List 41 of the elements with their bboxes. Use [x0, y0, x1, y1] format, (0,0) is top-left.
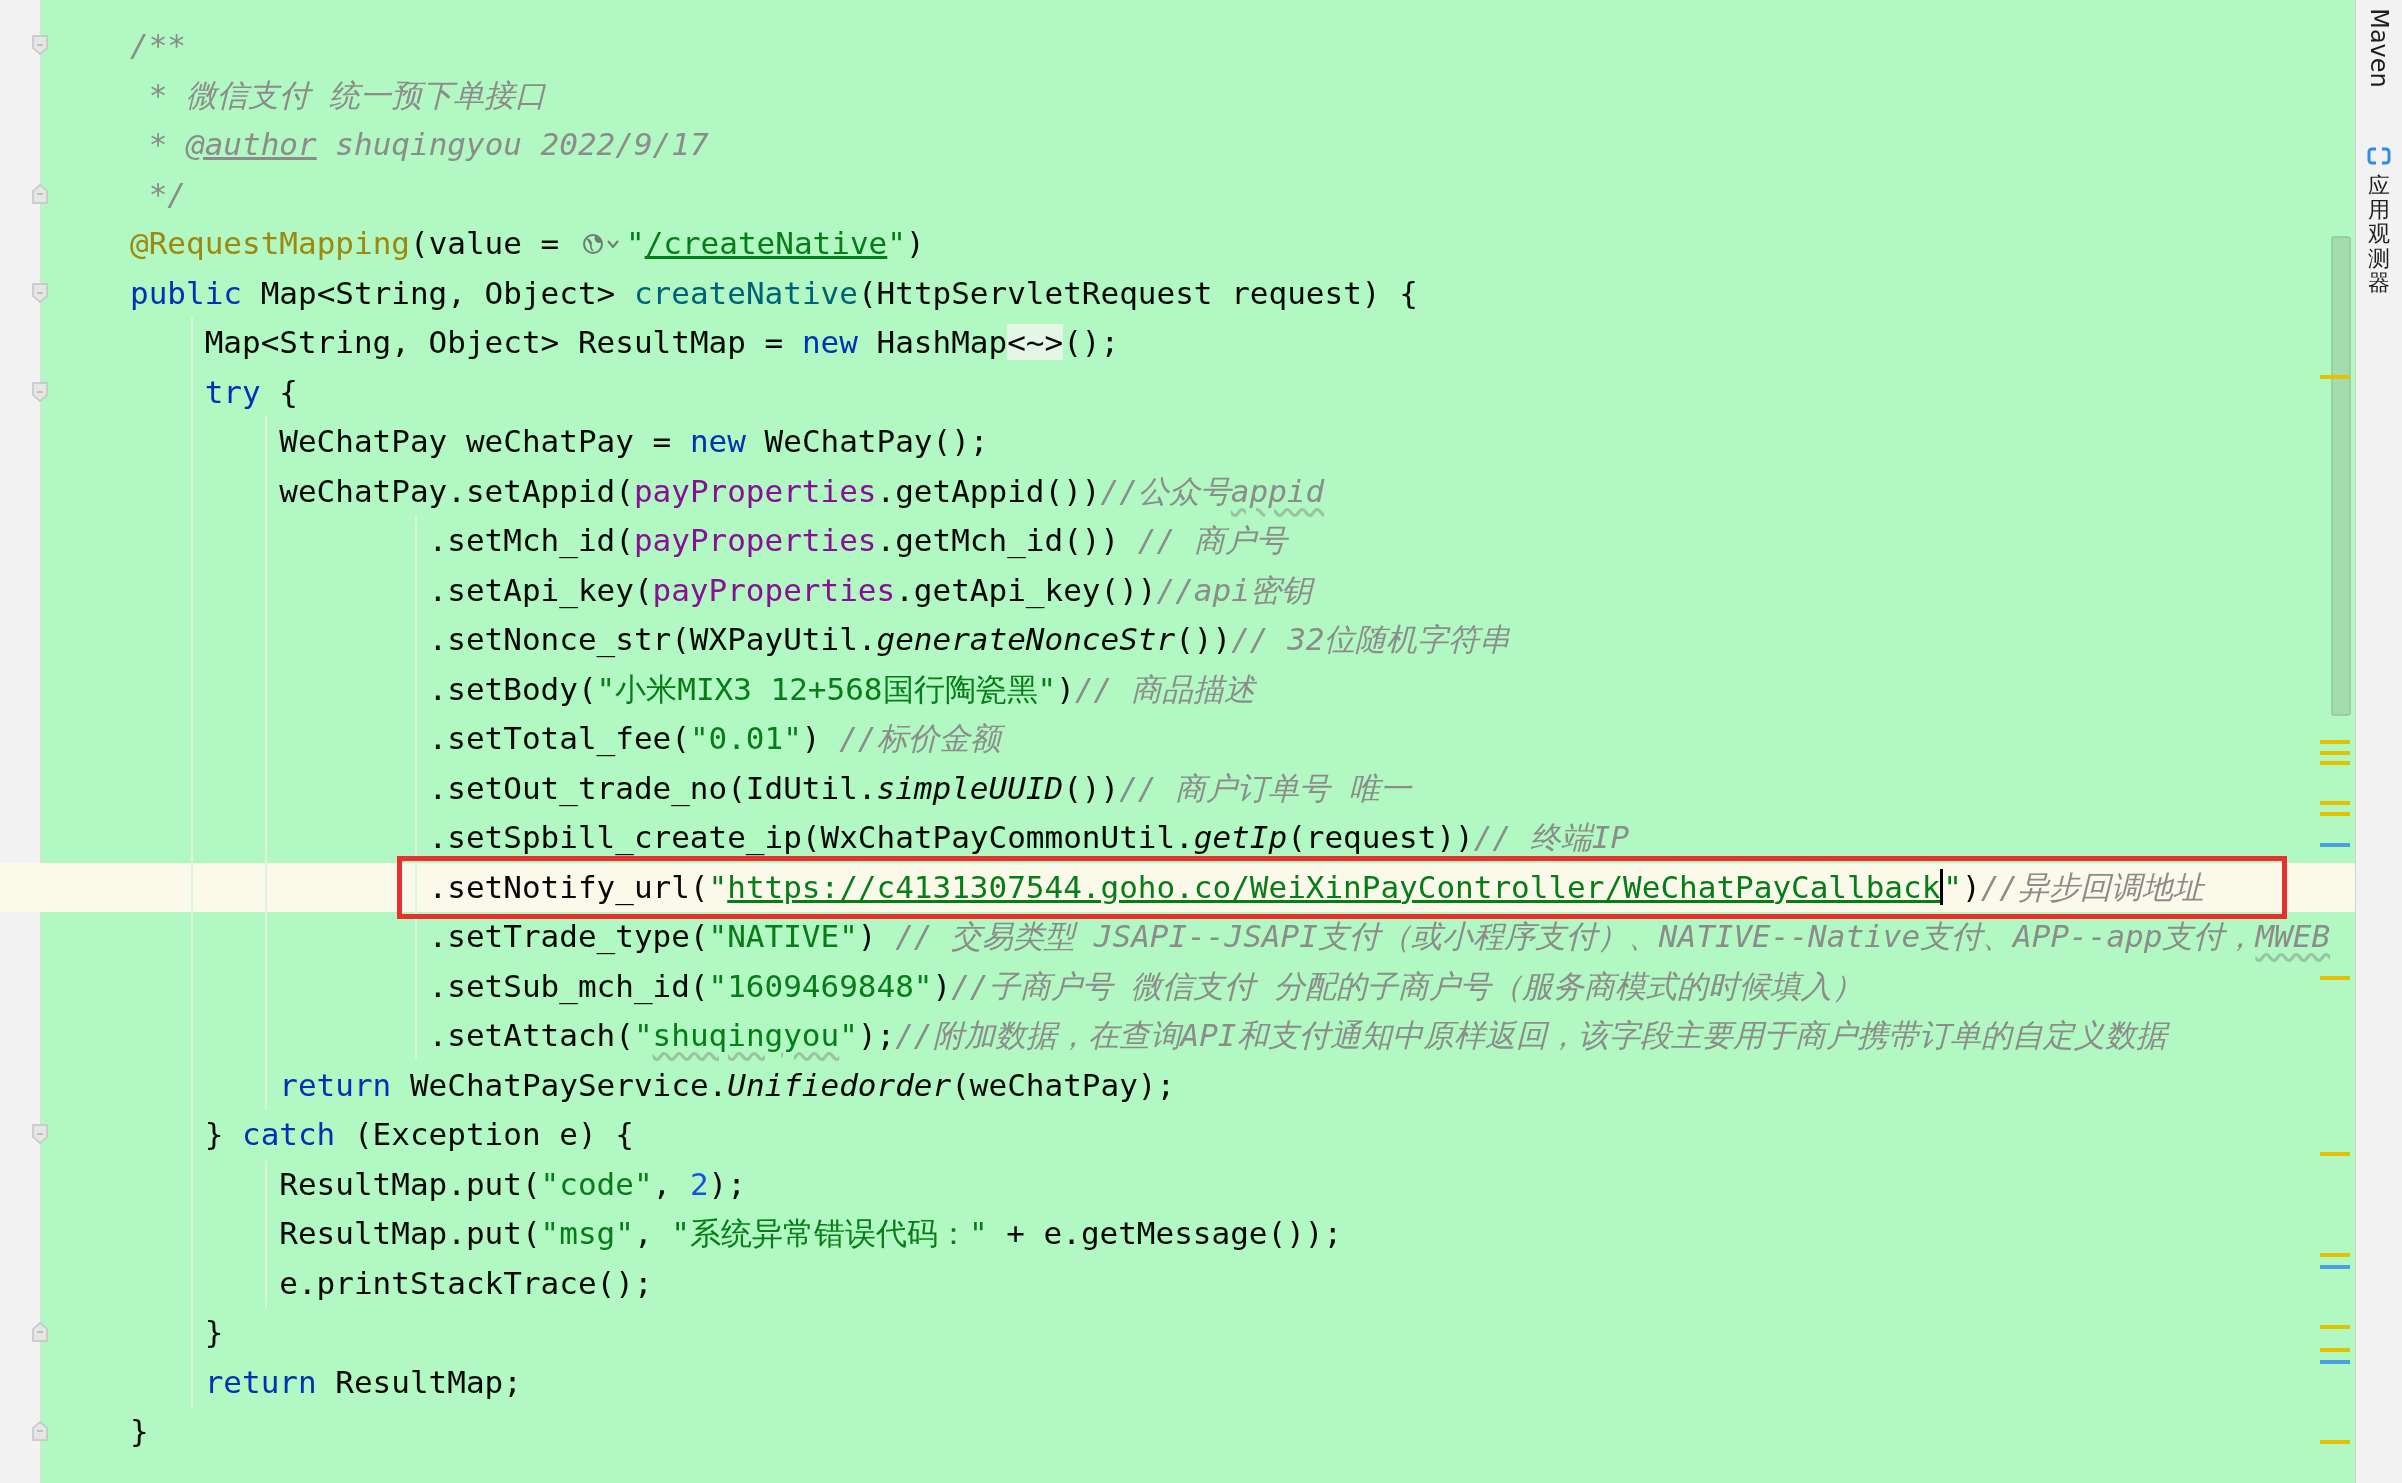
code-line: .setTrade_type("NATIVE") // 交易类型 JSAPI--JSAPI支付（或小程序支付）、NATIVE--Native支付、APP--app支付，MWEB — [428, 917, 2331, 957]
code-line: /** — [130, 26, 186, 65]
fold-icon[interactable] — [31, 1123, 49, 1145]
globe-icon[interactable] — [581, 231, 622, 256]
code-line: ResultMap.put("code", 2); — [279, 1164, 746, 1204]
code-text: @RequestMapping(value = — [130, 224, 561, 263]
code-line: * 微信支付 统一预下单接口 — [147, 75, 546, 115]
code-line: WeChatPay weChatPay = new WeChatPay(); — [279, 422, 989, 461]
code-line: try { — [204, 372, 298, 412]
scroll-thumb[interactable] — [2331, 236, 2351, 716]
side-tab[interactable]: Maven — [2365, 8, 2393, 88]
fold-icon[interactable] — [31, 182, 49, 205]
code-line: } — [130, 1412, 149, 1451]
fold-icon[interactable] — [31, 34, 49, 56]
code-line: .setSub_mch_id("1609469848")//子商户号 微信支付 分配的子商户号（服务商模式的时候填入） — [428, 966, 1863, 1007]
side-tab[interactable]: 应用观测器 — [2368, 174, 2390, 295]
code-text: .setNotify_url("https://c4131307544.goho.co/WeiXinPayController/WeChatPayCallback — [428, 867, 1941, 908]
code-line: .setMch_id(payProperties.getMch_id()) // 商户号 — [428, 521, 1287, 561]
code-line: .setNonce_str(WXPayUtil.generateNonceStr())// 32位随机字符串 — [428, 620, 1511, 660]
code-line: .setOut_trade_no(IdUtil.simpleUUID())// 商户订单号 唯一 — [428, 768, 1411, 809]
fold-icon[interactable] — [31, 380, 49, 403]
code-line: return ResultMap; — [204, 1362, 522, 1402]
code-text: ")//异步回调地址 — [1943, 867, 2205, 907]
fold-icon[interactable] — [31, 1321, 49, 1343]
code-line: } catch (Exception e) { — [204, 1115, 634, 1154]
code-line: ResultMap.put("msg", "系统异常错误代码：" + e.getMessage()); — [279, 1214, 1343, 1253]
code-line: e.printStackTrace(); — [279, 1263, 653, 1303]
code-line: return WeChatPayService.Unifiedorder(weChatPay); — [279, 1065, 1176, 1105]
code-text: "/createNative") — [625, 224, 925, 263]
code-line: Map<String, Object> ResultMap = new HashMap<~>(); — [204, 323, 1120, 362]
fold-icon[interactable] — [31, 1420, 49, 1442]
bracket-icon[interactable] — [2367, 146, 2391, 166]
fold-icon[interactable] — [31, 281, 49, 304]
code-line: .setBody("小米MIX3 12+568国行陶瓷黑")// 商品描述 — [428, 669, 1255, 709]
code-line: * @author shuqingyou 2022/9/17 — [147, 125, 709, 164]
text-cursor — [1940, 869, 1944, 906]
code-line: */ — [147, 174, 186, 214]
code-line: public Map<String, Object> createNative(HttpServletRequest request) { — [130, 273, 1418, 313]
code-line: .setSpbill_create_ip(WxChatPayCommonUtil.getIp(request))// 终端IP — [428, 818, 1630, 858]
code-line: } — [204, 1313, 224, 1352]
code-line: weChatPay.setAppid(payProperties.getAppid())//公众号appid — [279, 471, 1325, 511]
